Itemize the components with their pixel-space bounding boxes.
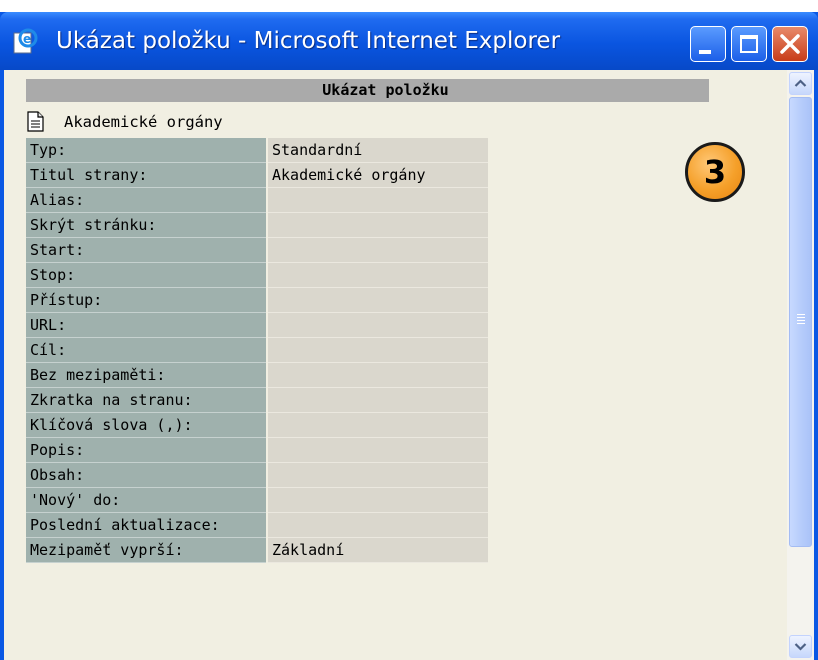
property-label: Zkratka na stranu: bbox=[26, 387, 268, 413]
property-value bbox=[267, 262, 488, 288]
property-row: Alias: bbox=[26, 187, 488, 213]
maximize-button[interactable] bbox=[731, 26, 767, 62]
property-label: Poslední aktualizace: bbox=[26, 512, 268, 538]
property-value bbox=[267, 212, 488, 238]
property-row: URL: bbox=[26, 312, 488, 338]
scroll-grip-line bbox=[797, 323, 805, 324]
property-value bbox=[267, 287, 488, 313]
property-value bbox=[267, 237, 488, 263]
client-area: Ukázat položku Akademické orgány Typ: Sta… bbox=[4, 70, 814, 660]
property-row: Typ: Standardní bbox=[26, 138, 488, 163]
property-label: Typ: bbox=[26, 138, 268, 163]
minimize-icon bbox=[699, 50, 711, 54]
property-label: URL: bbox=[26, 312, 268, 338]
document-icon bbox=[27, 111, 44, 132]
property-value bbox=[267, 487, 488, 513]
property-label: Popis: bbox=[26, 437, 268, 463]
property-value bbox=[267, 412, 488, 438]
property-row: Poslední aktualizace: bbox=[26, 512, 488, 538]
page-header: Ukázat položku bbox=[26, 79, 709, 102]
property-label: Skrýt stránku: bbox=[26, 212, 268, 238]
property-label: Stop: bbox=[26, 262, 268, 288]
property-value bbox=[267, 512, 488, 538]
property-row: 'Nový' do: bbox=[26, 487, 488, 513]
property-label: 'Nový' do: bbox=[26, 487, 268, 513]
property-row: Mezipaměť vyprší: Základní bbox=[26, 537, 488, 563]
properties-table: Typ: Standardní Titul strany: Akademické or… bbox=[26, 138, 488, 563]
vertical-scrollbar[interactable] bbox=[787, 70, 814, 660]
property-row: Přístup: bbox=[26, 287, 488, 313]
scroll-up-button[interactable] bbox=[789, 72, 812, 95]
property-label: Start: bbox=[26, 237, 268, 263]
property-row: Cíl: bbox=[26, 337, 488, 363]
property-row: Zkratka na stranu: bbox=[26, 387, 488, 413]
property-label: Mezipaměť vyprší: bbox=[26, 537, 268, 563]
title-bar[interactable]: e Ukázat položku - Microsoft Internet Ex… bbox=[0, 12, 818, 70]
property-label: Přístup: bbox=[26, 287, 268, 313]
item-name: Akademické orgány bbox=[64, 113, 223, 131]
property-row: Bez mezipaměti: bbox=[26, 362, 488, 388]
page-content: Ukázat položku Akademické orgány Typ: Sta… bbox=[4, 70, 787, 660]
scroll-down-button[interactable] bbox=[789, 635, 812, 658]
property-value bbox=[267, 462, 488, 488]
property-value bbox=[267, 312, 488, 338]
property-label: Titul strany: bbox=[26, 162, 268, 188]
property-row: Skrýt stránku: bbox=[26, 212, 488, 238]
maximize-icon bbox=[740, 35, 758, 53]
property-row: Stop: bbox=[26, 262, 488, 288]
property-row: Klíčová slova (,): bbox=[26, 412, 488, 438]
chevron-up-icon bbox=[794, 79, 807, 87]
property-value bbox=[267, 187, 488, 213]
close-icon bbox=[780, 34, 800, 54]
property-row: Popis: bbox=[26, 437, 488, 463]
scroll-thumb[interactable] bbox=[789, 97, 812, 547]
window-title: Ukázat položku - Microsoft Internet Expl… bbox=[56, 28, 561, 54]
scroll-grip-line bbox=[797, 314, 805, 315]
property-value: Základní bbox=[267, 537, 488, 563]
property-row: Start: bbox=[26, 237, 488, 263]
property-value bbox=[267, 337, 488, 363]
property-value bbox=[267, 362, 488, 388]
property-label: Alias: bbox=[26, 187, 268, 213]
scroll-grip-line bbox=[797, 317, 805, 318]
close-button[interactable] bbox=[772, 26, 808, 62]
minimize-button[interactable] bbox=[690, 26, 726, 62]
step-badge: 3 bbox=[685, 142, 745, 202]
scroll-grip-line bbox=[797, 320, 805, 321]
property-label: Obsah: bbox=[26, 462, 268, 488]
property-label: Bez mezipaměti: bbox=[26, 362, 268, 388]
browser-window: e Ukázat položku - Microsoft Internet Ex… bbox=[0, 12, 818, 660]
property-row: Obsah: bbox=[26, 462, 488, 488]
property-row: Titul strany: Akademické orgány bbox=[26, 162, 488, 188]
property-value: Standardní bbox=[267, 138, 488, 163]
ie-page-icon: e bbox=[12, 28, 38, 54]
property-value: Akademické orgány bbox=[267, 162, 488, 188]
chevron-down-icon bbox=[794, 643, 807, 651]
property-label: Cíl: bbox=[26, 337, 268, 363]
svg-text:e: e bbox=[23, 32, 31, 46]
property-label: Klíčová slova (,): bbox=[26, 412, 268, 438]
property-value bbox=[267, 387, 488, 413]
property-value bbox=[267, 437, 488, 463]
